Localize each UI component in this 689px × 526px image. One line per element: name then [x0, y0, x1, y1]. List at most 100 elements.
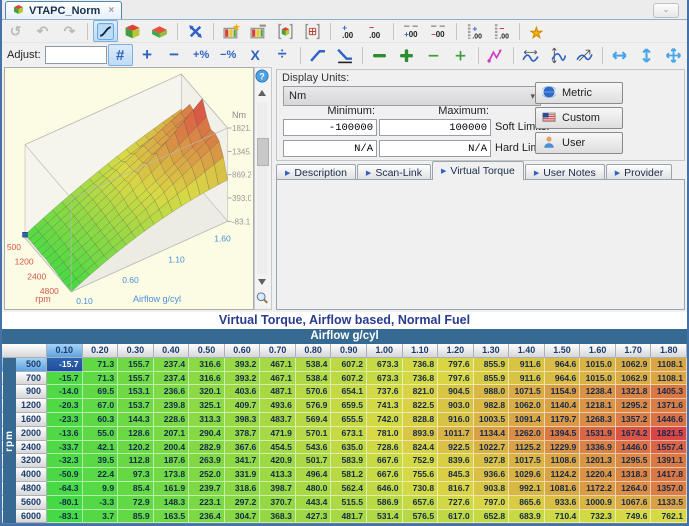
table-cell[interactable]: 1140.4: [545, 399, 581, 413]
table-cell[interactable]: 39.5: [83, 454, 119, 468]
tab-scan-link[interactable]: ▶Scan-Link: [357, 164, 431, 180]
magnifier-icon[interactable]: [255, 291, 269, 305]
table-cell[interactable]: 236.6: [154, 385, 190, 399]
add-decimal-icon[interactable]: +.00: [336, 20, 361, 42]
column-header-1.00[interactable]: 1.00: [367, 344, 403, 358]
table-cell[interactable]: 903.0: [438, 399, 474, 413]
table-cell[interactable]: -50.9: [47, 468, 83, 482]
table-cell[interactable]: 667.6: [367, 454, 403, 468]
table-cell[interactable]: -3.3: [83, 496, 119, 510]
table-cell[interactable]: 318.6: [225, 482, 261, 496]
table-cell[interactable]: 454.5: [260, 441, 296, 455]
table-cell[interactable]: 1371.6: [651, 399, 687, 413]
table-cell[interactable]: 904.5: [438, 385, 474, 399]
table-cell[interactable]: 1531.9: [580, 427, 616, 441]
table-cell[interactable]: 398.7: [260, 482, 296, 496]
table-cell[interactable]: 1264.0: [616, 482, 652, 496]
level-raise-icon[interactable]: [305, 44, 330, 66]
custom-units-button[interactable]: Custom: [535, 107, 623, 129]
table-cell[interactable]: 845.3: [438, 468, 474, 482]
table-cell[interactable]: 1015.0: [580, 358, 616, 372]
scrollbar-thumb[interactable]: [257, 138, 269, 166]
table-cell[interactable]: 1321.8: [616, 385, 652, 399]
table-cell[interactable]: 1108.1: [651, 372, 687, 386]
scrollbar-track[interactable]: [257, 102, 267, 274]
trace-path-icon[interactable]: [483, 44, 508, 66]
table-cell[interactable]: 1229.9: [545, 441, 581, 455]
table-cell[interactable]: 916.0: [438, 413, 474, 427]
table-cell[interactable]: 1062.9: [616, 372, 652, 386]
table-cell[interactable]: 635.0: [331, 441, 367, 455]
subtract-icon[interactable]: −: [162, 44, 187, 66]
table-cell[interactable]: 742.0: [367, 413, 403, 427]
table-cell[interactable]: 1357.2: [616, 413, 652, 427]
revert-icon[interactable]: ↺: [3, 20, 28, 42]
remove-decimal-columns-icon[interactable]: −00: [426, 20, 451, 42]
table-cell[interactable]: 822.5: [403, 399, 439, 413]
table-cell[interactable]: 237.4: [154, 358, 190, 372]
column-header-0.80[interactable]: 0.80: [296, 344, 332, 358]
table-cell[interactable]: 586.9: [367, 496, 403, 510]
table-cell[interactable]: 964.6: [545, 372, 581, 386]
table-cell[interactable]: 992.1: [509, 482, 545, 496]
table-cell[interactable]: 1557.4: [651, 441, 687, 455]
table-cell[interactable]: 1295.2: [616, 399, 652, 413]
table-cell[interactable]: 655.5: [331, 413, 367, 427]
table-cell[interactable]: 1062.9: [616, 358, 652, 372]
table-cell[interactable]: 741.3: [367, 399, 403, 413]
table-cell[interactable]: 828.8: [403, 413, 439, 427]
table-cell[interactable]: 673.3: [367, 372, 403, 386]
remove-decimal-icon[interactable]: −.00: [363, 20, 388, 42]
table-cell[interactable]: 1218.1: [580, 399, 616, 413]
table-cell[interactable]: 569.4: [296, 413, 332, 427]
table-cell[interactable]: 657.6: [403, 496, 439, 510]
stretch-vertical-icon[interactable]: [634, 44, 659, 66]
copy-3d-view-icon[interactable]: [273, 20, 298, 42]
column-header-1.10[interactable]: 1.10: [403, 344, 439, 358]
document-tab-vtapc-norm[interactable]: VTAPC_Norm ×: [5, 1, 122, 19]
table-cell[interactable]: 155.7: [118, 358, 154, 372]
multiply-icon[interactable]: X: [243, 44, 268, 66]
table-cell[interactable]: 72.9: [118, 496, 154, 510]
divide-icon[interactable]: ÷: [270, 44, 295, 66]
table-cell[interactable]: 1405.3: [651, 385, 687, 399]
table-cell[interactable]: 683.9: [509, 510, 545, 524]
table-cell[interactable]: -64.3: [47, 482, 83, 496]
table-cell[interactable]: 515.5: [331, 496, 367, 510]
copy-table-icon[interactable]: [300, 20, 325, 42]
table-cell[interactable]: 903.8: [474, 482, 510, 496]
table-cell[interactable]: 173.8: [154, 468, 190, 482]
table-cell[interactable]: 1124.2: [545, 468, 581, 482]
smooth-vertical-icon[interactable]: [545, 44, 570, 66]
table-cell[interactable]: 236.4: [189, 510, 225, 524]
scroll-down-icon[interactable]: [255, 275, 269, 289]
fine-decrement-icon[interactable]: [421, 44, 446, 66]
table-cell[interactable]: 1015.0: [580, 372, 616, 386]
table-cell[interactable]: 148.3: [154, 496, 190, 510]
table-cell[interactable]: 467.1: [260, 372, 296, 386]
table-cell[interactable]: 1318.3: [616, 468, 652, 482]
table-cell[interactable]: 673.3: [367, 358, 403, 372]
table-cell[interactable]: 797.0: [474, 496, 510, 510]
table-cell[interactable]: 493.6: [260, 399, 296, 413]
tab-virtual-torque[interactable]: ▶Virtual Torque: [432, 161, 524, 180]
column-header-0.60[interactable]: 0.60: [225, 344, 261, 358]
table-cell[interactable]: 9.9: [83, 482, 119, 496]
column-header-1.40[interactable]: 1.40: [509, 344, 545, 358]
column-header-0.70[interactable]: 0.70: [260, 344, 296, 358]
column-header-0.90[interactable]: 0.90: [331, 344, 367, 358]
coarse-decrement-icon[interactable]: [367, 44, 392, 66]
table-cell[interactable]: 378.7: [225, 427, 261, 441]
table-cell[interactable]: 393.2: [225, 358, 261, 372]
table-cell[interactable]: 144.3: [118, 413, 154, 427]
table-cell[interactable]: 320.1: [189, 385, 225, 399]
table-cell[interactable]: 1417.8: [651, 468, 687, 482]
table-cell[interactable]: 1011.7: [438, 427, 474, 441]
table-cell[interactable]: 71.3: [83, 358, 119, 372]
table-cell[interactable]: 762.1: [651, 510, 687, 524]
table-cell[interactable]: 865.6: [509, 496, 545, 510]
table-cell[interactable]: 1357.0: [651, 482, 687, 496]
set-equal-icon[interactable]: #: [108, 44, 133, 66]
table-cell[interactable]: 1220.4: [580, 468, 616, 482]
table-cell[interactable]: 617.0: [438, 510, 474, 524]
